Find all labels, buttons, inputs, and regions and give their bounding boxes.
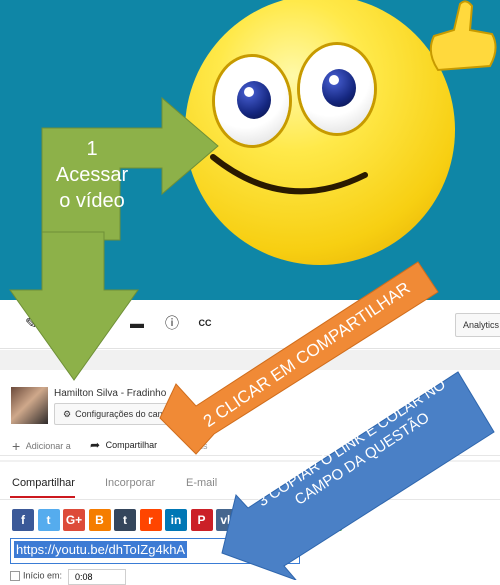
step1-annotation: 1 Acessar o vídeo xyxy=(44,136,140,214)
step1-line2: o vídeo xyxy=(59,190,125,212)
annotation-overlay xyxy=(9,96,495,580)
step1-line1: Acessar xyxy=(55,164,129,186)
step1-number: 1 xyxy=(86,138,98,160)
